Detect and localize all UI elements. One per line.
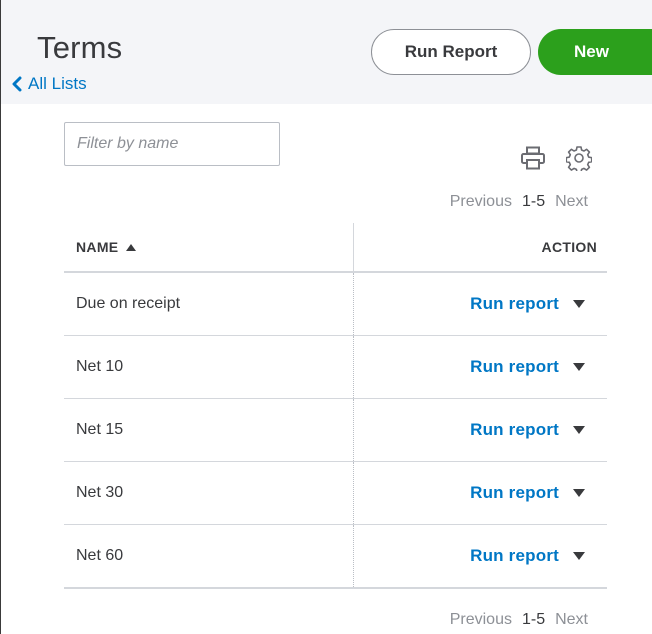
gear-icon[interactable] [566, 145, 592, 171]
caret-down-icon[interactable] [573, 300, 585, 308]
filter-by-name-input[interactable] [64, 122, 280, 166]
printer-icon[interactable] [520, 146, 546, 170]
page-range: 1-5 [521, 193, 546, 210]
run-report-button[interactable]: Run Report [371, 29, 531, 75]
run-report-link[interactable]: Run report [470, 294, 559, 314]
previous-page-link[interactable]: Previous [450, 611, 512, 629]
all-lists-label: All Lists [28, 74, 87, 93]
table-row: Net 10 Run report [64, 336, 607, 399]
column-header-name-label: NAME [76, 239, 119, 255]
row-action: Run report [354, 273, 607, 335]
run-report-link[interactable]: Run report [470, 483, 559, 503]
column-header-name[interactable]: NAME [64, 223, 354, 271]
caret-down-icon[interactable] [573, 489, 585, 497]
term-name: Due on receipt [64, 273, 354, 335]
run-report-link[interactable]: Run report [470, 357, 559, 377]
pagination-bottom: Previous 1-5 Next [450, 611, 588, 629]
next-page-link[interactable]: Next [555, 611, 588, 629]
caret-down-icon[interactable] [573, 426, 585, 434]
table-row: Net 30 Run report [64, 462, 607, 525]
all-lists-link[interactable]: All Lists [9, 74, 87, 94]
run-report-link[interactable]: Run report [470, 420, 559, 440]
term-name: Net 60 [64, 525, 354, 587]
caret-down-icon[interactable] [573, 552, 585, 560]
run-report-link[interactable]: Run report [470, 546, 559, 566]
table-header: NAME ACTION [64, 223, 607, 273]
row-action: Run report [354, 336, 607, 398]
column-header-action: ACTION [541, 239, 597, 255]
new-button[interactable]: New [538, 29, 652, 75]
page-range: 1-5 [521, 611, 546, 628]
chevron-left-icon [12, 76, 22, 92]
table-row: Net 60 Run report [64, 525, 607, 589]
pagination-top: Previous 1-5 Next [450, 193, 588, 211]
previous-page-link[interactable]: Previous [450, 193, 512, 211]
term-name: Net 30 [64, 462, 354, 524]
row-action: Run report [354, 525, 607, 587]
table-row: Net 15 Run report [64, 399, 607, 462]
caret-down-icon[interactable] [573, 363, 585, 371]
next-page-link[interactable]: Next [555, 193, 588, 211]
page-title: Terms [37, 30, 123, 65]
row-action: Run report [354, 462, 607, 524]
sort-ascending-icon [126, 243, 137, 251]
term-name: Net 10 [64, 336, 354, 398]
table-row: Due on receipt Run report [64, 273, 607, 336]
row-action: Run report [354, 399, 607, 461]
term-name: Net 15 [64, 399, 354, 461]
terms-table: NAME ACTION Due on receipt Run report Ne… [64, 223, 607, 589]
page-header: Terms All Lists Run Report New [1, 0, 652, 104]
